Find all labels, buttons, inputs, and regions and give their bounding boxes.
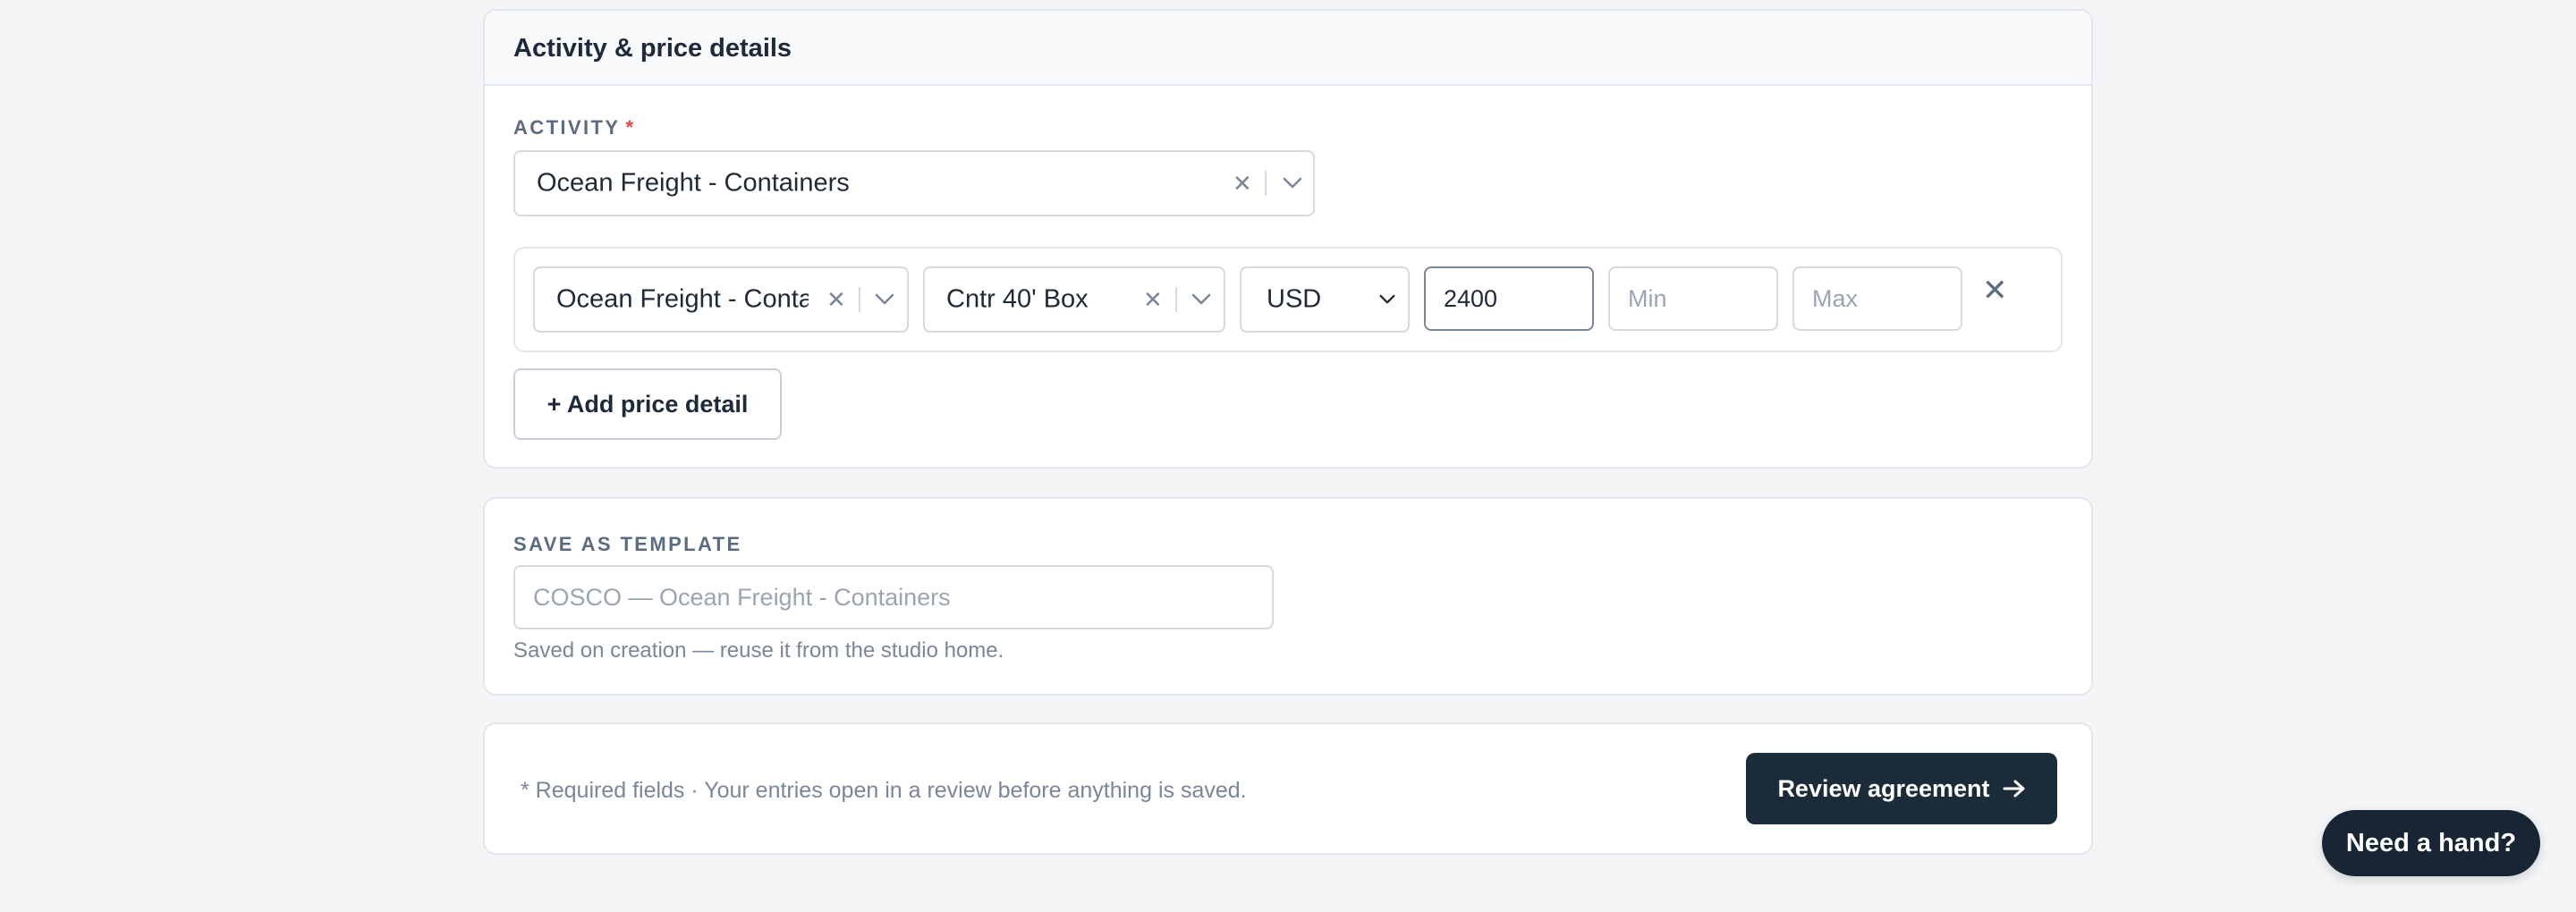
- activity-price-card: Activity & price details ACTIVITY * Ocean…: [483, 9, 2093, 469]
- card-title: Activity & price details: [513, 34, 792, 63]
- footer-card: * Required fields · Your entries open in…: [483, 722, 2093, 855]
- chevron-down-icon[interactable]: [1283, 177, 1302, 190]
- remove-row-icon[interactable]: ✕: [1982, 275, 2008, 306]
- template-card: SAVE AS TEMPLATE Saved on creation — reu…: [483, 497, 2093, 696]
- add-price-detail-button[interactable]: + Add price detail: [513, 368, 782, 440]
- min-input[interactable]: [1608, 266, 1778, 331]
- currency-value: USD: [1267, 284, 1322, 314]
- close-icon[interactable]: ✕: [826, 288, 846, 311]
- container-type-select[interactable]: Cntr 40' Box ✕: [923, 266, 1225, 333]
- card-header: Activity & price details: [485, 11, 2091, 86]
- select-separator: [1175, 287, 1177, 312]
- currency-select[interactable]: USD: [1240, 266, 1410, 333]
- chevron-down-icon[interactable]: [875, 293, 894, 306]
- help-button[interactable]: Need a hand?: [2322, 810, 2540, 876]
- template-helper-text: Saved on creation — reuse it from the st…: [513, 638, 1004, 663]
- select-separator: [859, 287, 860, 312]
- container-type-value: Cntr 40' Box: [946, 284, 1089, 314]
- select-separator: [1265, 171, 1267, 196]
- activity-select-value: Ocean Freight - Containers: [537, 168, 850, 198]
- review-agreement-label: Review agreement: [1777, 774, 1990, 802]
- template-name-input[interactable]: [513, 565, 1274, 629]
- chevron-down-icon[interactable]: [1379, 293, 1395, 306]
- chevron-down-icon[interactable]: [1191, 293, 1211, 306]
- activity-label-text: ACTIVITY: [513, 116, 621, 139]
- arrow-right-icon: [2003, 780, 2025, 798]
- required-fields-note: * Required fields · Your entries open in…: [521, 778, 1247, 803]
- template-label: SAVE AS TEMPLATE: [513, 533, 742, 555]
- review-agreement-button[interactable]: Review agreement: [1746, 753, 2057, 824]
- activity-select[interactable]: Ocean Freight - Containers ✕: [513, 150, 1315, 216]
- max-input[interactable]: [1792, 266, 1962, 331]
- price-activity-select[interactable]: Ocean Freight - Containers ✕: [533, 266, 909, 333]
- close-icon[interactable]: ✕: [1143, 288, 1163, 311]
- required-marker: *: [625, 116, 636, 139]
- amount-input[interactable]: [1424, 266, 1594, 331]
- activity-label: ACTIVITY *: [513, 116, 635, 139]
- price-detail-row: Ocean Freight - Containers ✕ Cntr 40' Bo…: [513, 247, 2063, 352]
- help-button-label: Need a hand?: [2345, 828, 2517, 857]
- price-activity-value: Ocean Freight - Containers: [556, 284, 809, 314]
- close-icon[interactable]: ✕: [1233, 172, 1252, 195]
